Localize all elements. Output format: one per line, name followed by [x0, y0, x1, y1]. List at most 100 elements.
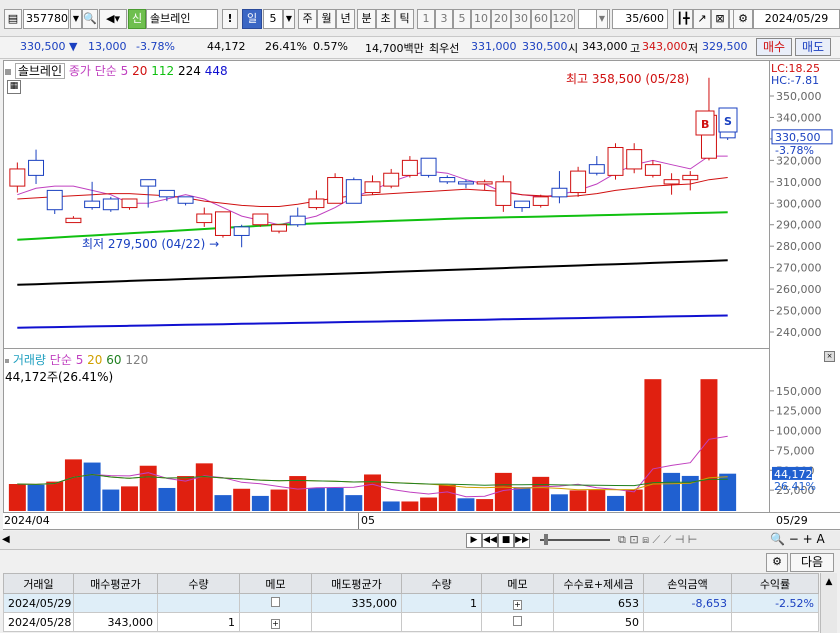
price-tick-label: 350,000	[776, 90, 822, 103]
candle-body	[196, 213, 213, 224]
stock-code-dropdown-icon[interactable]: ▼	[70, 9, 82, 29]
period-count-dropdown-icon[interactable]: ▼	[283, 9, 295, 29]
table-settings-gear-icon[interactable]: ⚙	[766, 553, 788, 572]
period-minute-button[interactable]: 분	[357, 9, 376, 29]
volume-bar	[46, 481, 64, 511]
candle-body	[644, 164, 661, 176]
scroll-left-icon[interactable]: ◀	[2, 534, 10, 545]
memo-add-icon[interactable]: +	[513, 599, 522, 610]
warning-button[interactable]: !	[222, 9, 238, 29]
price-tick-label: 340,000	[776, 111, 822, 124]
last-price-label: 330,500	[775, 131, 821, 144]
drawing-tools-icons[interactable]: ⧉ ⊡ ⧈ ⟋ ⟋ ⊣ ⊢	[618, 533, 697, 547]
scroll-right-icon[interactable]: ▶	[466, 533, 482, 548]
volume-axis-svg: 150,000125,000100,00075,00050,00025,0004…	[770, 385, 822, 497]
interval-20-button[interactable]: 20	[491, 9, 511, 29]
chart-type-icon[interactable]: ┃╋	[673, 9, 693, 29]
date-axis-end: 05/29	[776, 514, 808, 527]
sell-button[interactable]: 매도	[795, 38, 831, 56]
memo-page-icon[interactable]	[513, 615, 522, 626]
candle-body	[383, 172, 400, 187]
memo-add-icon[interactable]: +	[271, 618, 280, 629]
zoom-in-icon[interactable]: ↗	[693, 9, 711, 29]
header-sell-avg[interactable]: 매도평균가	[311, 573, 402, 594]
header-sell-qty[interactable]: 수량	[401, 573, 482, 594]
candle-body	[214, 211, 231, 236]
table-toggle-icon[interactable]: ▦	[7, 80, 21, 94]
speaker-icon[interactable]: ◀▾	[99, 9, 127, 29]
interval-10-button[interactable]: 10	[471, 9, 491, 29]
stock-code-input[interactable]: 357780	[23, 9, 69, 29]
high-price: 343,000	[642, 40, 688, 53]
settings-gear-icon[interactable]: ⚙	[733, 9, 753, 29]
stock-name-field[interactable]: 솔브레인	[146, 9, 218, 29]
cell-buy-memo[interactable]	[239, 593, 312, 613]
interval-30-button[interactable]: 30	[511, 9, 531, 29]
cell-return: -2.52%	[731, 593, 819, 613]
table-scroll-up-icon[interactable]: ▲	[821, 573, 837, 587]
period-tick-button[interactable]: 틱	[395, 9, 414, 29]
header-buy-avg[interactable]: 매수평균가	[73, 573, 158, 594]
volume-bar	[102, 489, 120, 511]
period-count-input[interactable]: 5	[263, 9, 283, 29]
next-button[interactable]: 다음	[790, 553, 834, 572]
zoom-slider-handle[interactable]	[544, 534, 548, 545]
cell-buy-memo[interactable]: +	[239, 612, 312, 632]
memo-page-icon[interactable]	[271, 596, 280, 607]
date-input[interactable]: 2024/05/29	[753, 9, 840, 29]
candle-body	[551, 187, 568, 198]
header-trade-date[interactable]: 거래일	[3, 573, 74, 594]
ma-line-448	[17, 314, 728, 329]
high-annotation: 최고 358,500 (05/28)	[566, 72, 689, 86]
scroll-track[interactable]	[14, 534, 464, 545]
interval-3-button[interactable]: 3	[435, 9, 453, 29]
table-row[interactable]: 2024/05/28 343,000 1 + 50	[3, 612, 819, 632]
price-chart[interactable]: 최고 358,500 (05/28) 최저 279,500 (04/22) → B S	[4, 61, 769, 348]
period-second-button[interactable]: 초	[376, 9, 395, 29]
interval-120-button[interactable]: 120	[551, 9, 575, 29]
price-chart-pane[interactable]: 최고 358,500 (05/28) 최저 279,500 (04/22) → B S	[3, 60, 770, 349]
zoom-tools-icons[interactable]: 🔍 − + A	[770, 532, 825, 546]
header-sell-memo[interactable]: 메모	[481, 573, 554, 594]
search-icon[interactable]: 🔍	[82, 9, 98, 29]
toolbar: ▤ 357780 ▼ 🔍 ◀▾ 신 솔브레인 ! 일 5 ▼ 주 월 년 분 초…	[0, 0, 840, 37]
interval-5-button[interactable]: 5	[453, 9, 471, 29]
interval-1-button[interactable]: 1	[417, 9, 435, 29]
volume-bar	[326, 487, 344, 511]
table-row[interactable]: 2024/05/29 335,000 1 + 653 -8,653 -2.52%	[3, 593, 819, 613]
price-tick-label: 310,000	[776, 176, 822, 189]
volume-value: 44,172	[207, 40, 246, 53]
header-return[interactable]: 수익률	[731, 573, 819, 594]
header-buy-memo[interactable]: 메모	[239, 573, 312, 594]
header-pnl[interactable]: 손익금액	[643, 573, 732, 594]
credit-badge: 신	[128, 9, 146, 29]
period-week-button[interactable]: 주	[298, 9, 317, 29]
cell-sell-memo[interactable]	[481, 612, 554, 632]
candle-body	[626, 149, 643, 170]
crosshair-icon[interactable]: ⊠	[711, 9, 729, 29]
rewind-icon[interactable]: ◀◀	[482, 533, 498, 548]
zoom-slider[interactable]	[540, 539, 610, 541]
period-year-button[interactable]: 년	[336, 9, 355, 29]
chart-scrollbar[interactable]: ◀ ▶ ◀◀ ■ ▶▶ ⧉ ⊡ ⧈ ⟋ ⟋ ⊣ ⊢ 🔍 − + A	[0, 531, 840, 550]
low-price: 329,500	[702, 40, 748, 53]
close-pane-icon[interactable]: ×	[824, 351, 835, 362]
header-buy-qty[interactable]: 수량	[157, 573, 240, 594]
last-change-label: -3.78%	[775, 144, 814, 157]
interval-dropdown-icon[interactable]: ▼	[596, 9, 608, 29]
period-month-button[interactable]: 월	[317, 9, 336, 29]
volume-bar	[625, 489, 643, 511]
stop-icon[interactable]: ■	[498, 533, 514, 548]
page-count-input[interactable]: 35/600	[612, 9, 668, 29]
window-menu-icon[interactable]: ▤	[4, 9, 22, 29]
sell-marker-label: S	[724, 115, 732, 128]
buy-button[interactable]: 매수	[756, 38, 792, 56]
fast-forward-icon[interactable]: ▶▶	[514, 533, 530, 548]
table-header-row: 거래일 매수평균가 수량 메모 매도평균가 수량 메모 수수료+제세금 손익금액…	[3, 573, 819, 594]
legend-ma-title: 종가 단순	[68, 64, 117, 78]
period-day-button[interactable]: 일	[242, 9, 262, 29]
header-fee[interactable]: 수수료+제세금	[553, 573, 644, 594]
interval-60-button[interactable]: 60	[531, 9, 551, 29]
table-scrollbar[interactable]: ▲	[820, 573, 837, 633]
cell-sell-memo[interactable]: +	[481, 593, 554, 613]
